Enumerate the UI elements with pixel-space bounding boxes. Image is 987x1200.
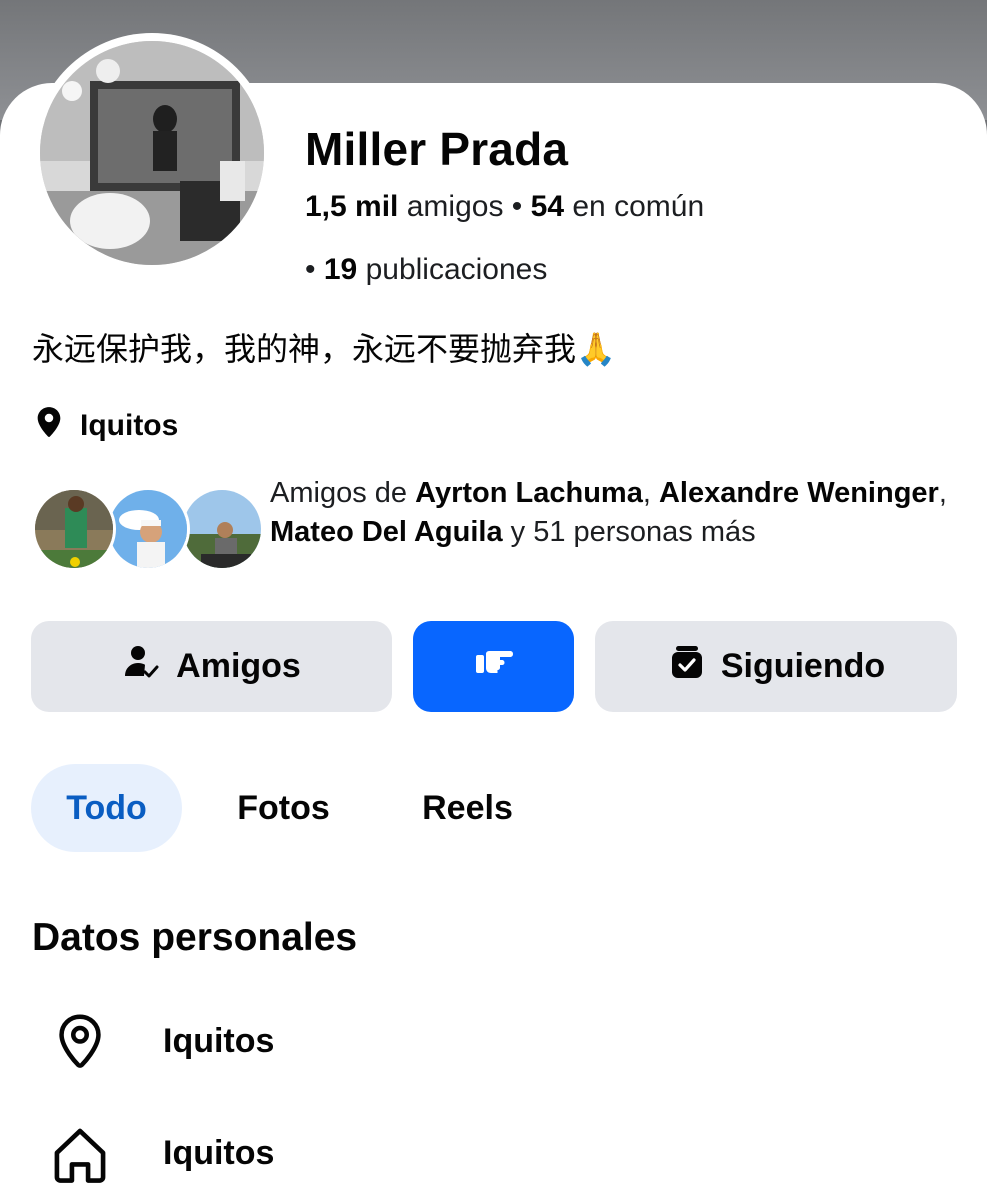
profile-avatar[interactable] xyxy=(40,41,264,265)
mutual-avatar-1 xyxy=(32,487,116,571)
personal-data-title: Datos personales xyxy=(32,916,358,959)
mutual-friends-text[interactable]: Amigos de Ayrton Lachuma, Alexandre Weni… xyxy=(270,474,960,552)
mutual-prefix: Amigos de xyxy=(270,477,408,509)
mutual-count: 54 xyxy=(530,190,565,223)
friends-button-label: Amigos xyxy=(176,647,301,685)
mutual-label: en común xyxy=(572,190,705,223)
intro-location: Iquitos xyxy=(32,405,178,447)
mutual-friends-avatars[interactable] xyxy=(32,487,292,573)
friends-count: 1,5 mil xyxy=(305,190,399,223)
stats-separator: • xyxy=(511,190,523,223)
following-button-label: Siguiendo xyxy=(720,647,886,685)
mutual-suffix: y 51 personas más xyxy=(510,516,756,548)
location-text: Iquitos xyxy=(80,409,179,442)
info-location-label: Iquitos xyxy=(163,1022,275,1060)
info-hometown-label: Iquitos xyxy=(163,1134,275,1172)
pointing-hand-icon xyxy=(472,642,516,691)
info-row-location[interactable]: Iquitos xyxy=(48,1010,648,1074)
friends-label: amigos xyxy=(406,190,504,223)
friends-button[interactable]: Amigos xyxy=(31,621,392,712)
mutual-friend-1[interactable]: Ayrton Lachuma xyxy=(415,477,643,509)
info-row-hometown[interactable]: Iquitos xyxy=(48,1122,648,1186)
mutual-avatar-3 xyxy=(180,487,264,571)
posts-stats: • 19 publicaciones xyxy=(305,253,547,287)
friends-stats[interactable]: 1,5 mil amigos • 54 en común xyxy=(305,190,704,224)
tab-fotos[interactable]: Fotos xyxy=(212,764,355,852)
following-button[interactable]: Siguiendo xyxy=(595,621,957,712)
location-pin-icon xyxy=(32,405,66,447)
profile-bio: 永远保护我，我的神，永远不要抛弃我🙏 xyxy=(32,330,616,368)
poke-button[interactable] xyxy=(413,621,574,712)
home-icon xyxy=(48,1122,112,1186)
posts-label: publicaciones xyxy=(365,253,548,286)
location-pin-icon xyxy=(48,1010,112,1074)
posts-count: 19 xyxy=(323,253,358,286)
mutual-friend-3[interactable]: Mateo Del Aguila xyxy=(270,516,503,548)
tab-todo[interactable]: Todo xyxy=(31,764,182,852)
stats-separator: • xyxy=(305,253,316,286)
profile-name: Miller Prada xyxy=(305,123,569,175)
tab-reels[interactable]: Reels xyxy=(395,764,540,852)
mutual-friend-2[interactable]: Alexandre Weninger xyxy=(659,477,939,509)
friend-check-icon xyxy=(122,642,162,691)
following-check-icon xyxy=(667,642,707,691)
mutual-avatar-2 xyxy=(106,487,190,571)
